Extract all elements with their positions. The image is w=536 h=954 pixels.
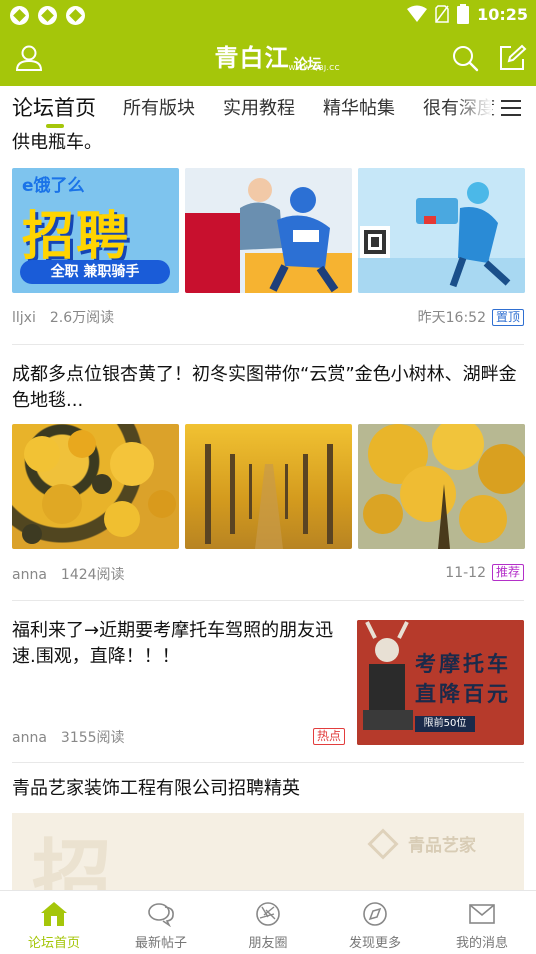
- ginkgo-tree-image[interactable]: [358, 424, 525, 549]
- app-notification-icon: [10, 6, 29, 25]
- pinned-badge: 置顶: [491, 308, 524, 326]
- post-meta: anna 3155阅读: [12, 727, 125, 747]
- nav-friends-circle[interactable]: 朋友圈: [223, 901, 313, 951]
- divider: [12, 344, 524, 345]
- nav-discover-more[interactable]: 发现更多: [330, 901, 420, 951]
- recommended-badge: 推荐: [491, 564, 524, 581]
- logo-url: WWW.QBJ.CC: [288, 64, 341, 72]
- active-tab-indicator: [46, 124, 64, 128]
- recruitment-banner-image[interactable]: 招 青品艺家: [12, 813, 524, 890]
- recruit-poster-image[interactable]: e饿了么 招聘 全职 兼职骑手: [12, 168, 179, 293]
- mail-icon: [469, 904, 495, 924]
- logo-title: 青白江: [214, 44, 290, 72]
- post-feed[interactable]: 供电瓶车。 e饿了么 招聘 全职 兼职骑手 lljxi 2.6万阅读 昨天16:…: [0, 132, 536, 890]
- tab-forum-home[interactable]: 论坛首页: [12, 92, 96, 122]
- post-time: 昨天16:52: [417, 310, 486, 326]
- nav-latest-posts[interactable]: 最新帖子: [116, 901, 206, 951]
- tab-all-boards[interactable]: 所有版块: [123, 94, 195, 120]
- category-tabs: 论坛首页 所有版块 实用教程 精华帖集 很有深度: [0, 86, 536, 132]
- post-author: anna: [12, 567, 47, 583]
- divider: [12, 600, 524, 601]
- post-meta: anna 1424阅读: [12, 564, 125, 584]
- post-author: anna: [12, 730, 47, 746]
- menu-icon[interactable]: [501, 100, 521, 117]
- hot-badge: 热点: [313, 728, 346, 745]
- post-time: 11-12: [445, 564, 486, 581]
- battery-icon: [457, 4, 470, 24]
- nav-forum-home[interactable]: 论坛首页: [9, 901, 99, 951]
- wifi-icon: [407, 5, 428, 22]
- post-title[interactable]: 福利来了→近期要考摩托车驾照的朋友迅速.围观，直降！！！: [12, 618, 342, 670]
- rider-qr-poster-image[interactable]: [358, 168, 525, 293]
- post-views: 2.6万阅读: [49, 310, 115, 326]
- post-author: lljxi: [12, 310, 36, 326]
- ginkgo-avenue-image[interactable]: [185, 424, 352, 549]
- tab-tutorials[interactable]: 实用教程: [223, 94, 295, 120]
- forum-logo: 青白江 论坛 WWW.QBJ.CC: [214, 38, 340, 73]
- user-icon[interactable]: [14, 43, 44, 73]
- search-icon[interactable]: [450, 43, 480, 73]
- status-bar: 10:25: [0, 0, 536, 30]
- chat-bubbles-icon: [148, 903, 174, 927]
- edit-icon[interactable]: [497, 43, 527, 73]
- ginkgo-leaves-image[interactable]: [12, 424, 179, 549]
- post-meta: lljxi 2.6万阅读: [12, 307, 114, 327]
- app-notification-icon: [66, 6, 85, 25]
- notification-icons: [10, 6, 85, 25]
- post-title[interactable]: 青品艺家装饰工程有限公司招聘精英: [12, 776, 524, 802]
- post-title[interactable]: 成都多点位银杏黄了！初冬实图带你“云赏”金色小树林、湖畔金色地毯...: [12, 362, 524, 414]
- tab-featured[interactable]: 精华帖集: [323, 94, 395, 120]
- motorcycle-license-promo-image[interactable]: 考摩托车 直降百元 限前50位: [357, 620, 524, 745]
- brand-logo-icon: [367, 828, 399, 860]
- compass-icon: [363, 902, 387, 926]
- post-views: 3155阅读: [60, 730, 125, 746]
- app-bar: 青白江 论坛 WWW.QBJ.CC: [0, 30, 536, 86]
- sim-icon: [435, 5, 449, 23]
- nav-my-messages[interactable]: 我的消息: [437, 901, 527, 951]
- delivery-rider-comic-image[interactable]: [185, 168, 352, 293]
- home-icon: [41, 902, 67, 926]
- clock: 10:25: [477, 4, 528, 24]
- bottom-navigation: 论坛首页 最新帖子 朋友圈 发现更多 我的消息: [0, 890, 536, 954]
- app-notification-icon: [38, 6, 57, 25]
- post-views: 1424阅读: [60, 567, 125, 583]
- divider: [12, 762, 524, 763]
- friends-circle-icon: [256, 902, 280, 926]
- post-title[interactable]: 供电瓶车。: [12, 132, 524, 156]
